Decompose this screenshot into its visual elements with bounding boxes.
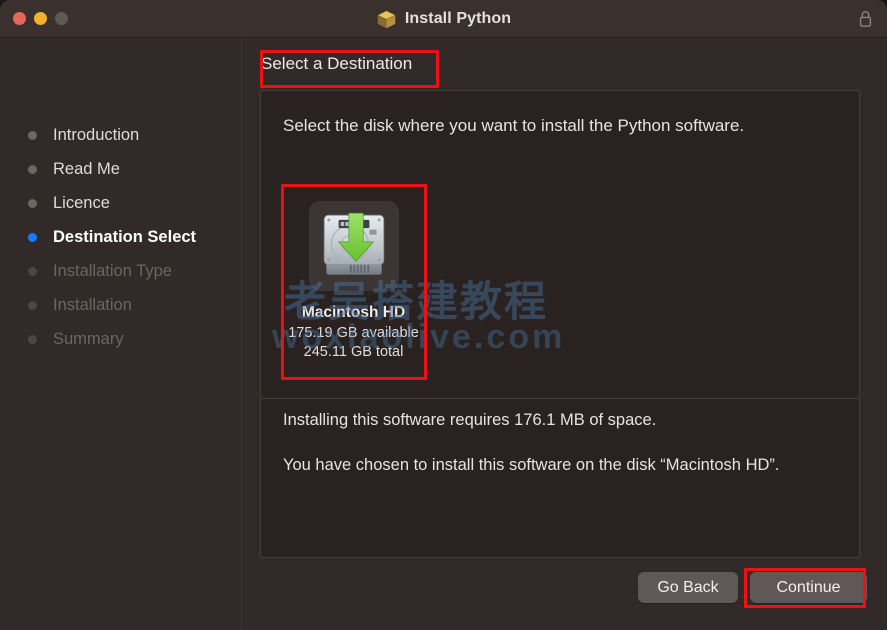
sidebar-item-label: Introduction xyxy=(53,125,140,144)
sidebar-item-read-me: Read Me xyxy=(0,152,241,186)
button-row: Go Back Continue xyxy=(242,572,887,612)
step-dot-icon xyxy=(28,164,37,174)
step-dot-icon xyxy=(28,300,37,310)
installer-steps-sidebar: Introduction Read Me Licence Destination… xyxy=(0,38,242,630)
page-title: Select a Destination xyxy=(261,54,413,73)
title-bar: Install Python xyxy=(0,0,887,38)
sidebar-item-introduction: Introduction xyxy=(0,118,241,152)
chosen-disk-text: You have chosen to install this software… xyxy=(283,456,780,474)
step-dot-icon xyxy=(28,130,37,140)
disk-selection-highlight xyxy=(308,201,399,291)
continue-button[interactable]: Continue xyxy=(750,572,867,603)
panel-footer: Installing this software requires 176.1 … xyxy=(283,411,823,478)
go-back-button[interactable]: Go Back xyxy=(638,572,738,603)
sidebar-item-label: Summary xyxy=(53,329,124,348)
step-dot-icon xyxy=(28,266,37,276)
step-dot-icon xyxy=(28,334,37,344)
disk-list: Macintosh HD 175.19 GB available 245.11 … xyxy=(261,187,859,399)
sidebar-item-licence: Licence xyxy=(0,186,241,220)
sidebar-item-destination-select: Destination Select xyxy=(0,220,241,254)
lock-icon[interactable] xyxy=(858,10,873,28)
hard-drive-with-green-download-arrow-icon xyxy=(323,212,384,275)
instruction-text: Select the disk where you want to instal… xyxy=(283,116,745,135)
sidebar-item-installation: Installation xyxy=(0,288,241,322)
sidebar-item-label: Destination Select xyxy=(53,227,197,246)
main-content: Select a Destination Select the disk whe… xyxy=(242,38,887,630)
disk-name-label: Macintosh HD xyxy=(301,304,406,321)
installer-window: Install Python Introduction Read Me Lice… xyxy=(0,0,887,630)
disk-item-macintosh-hd[interactable]: Macintosh HD 175.19 GB available 245.11 … xyxy=(285,193,422,375)
destination-panel: Select the disk where you want to instal… xyxy=(260,90,860,558)
sidebar-item-label: Installation Type xyxy=(53,261,172,280)
disk-total-label: 245.11 GB total xyxy=(303,344,404,360)
sidebar-item-label: Read Me xyxy=(53,159,120,178)
step-dot-icon xyxy=(28,198,37,208)
package-box-icon xyxy=(377,9,396,28)
sidebar-item-summary: Summary xyxy=(0,322,241,356)
title-container: Install Python xyxy=(0,0,887,38)
sidebar-item-installation-type: Installation Type xyxy=(0,254,241,288)
window-title: Install Python xyxy=(404,10,512,27)
space-required-text: Installing this software requires 176.1 … xyxy=(283,411,657,429)
sidebar-item-label: Installation xyxy=(53,295,132,314)
step-dot-active-icon xyxy=(28,232,37,242)
disk-available-label: 175.19 GB available xyxy=(288,325,419,341)
sidebar-item-label: Licence xyxy=(53,193,110,212)
